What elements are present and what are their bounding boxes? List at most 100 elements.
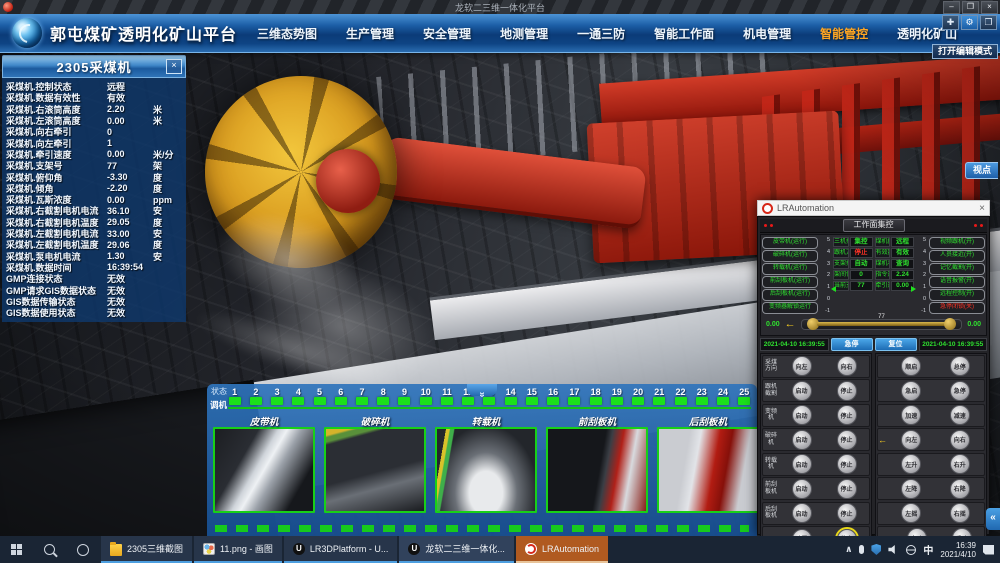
- control-button[interactable]: 顺启: [901, 356, 921, 376]
- viewpoint-tab[interactable]: 视点: [965, 162, 998, 179]
- camera-feed[interactable]: 转载机: [435, 414, 537, 513]
- taskbar-search-button[interactable]: [33, 536, 66, 563]
- restore-button[interactable]: ❐: [962, 1, 979, 14]
- control-button[interactable]: 总停: [950, 356, 970, 376]
- camera-thumbnail[interactable]: [324, 427, 426, 513]
- support-cell[interactable]: 25: [734, 387, 755, 413]
- support-cell[interactable]: 21: [649, 387, 670, 413]
- support-cell[interactable]: 16: [543, 387, 564, 413]
- control-button[interactable]: 左摇: [901, 503, 921, 523]
- support-cell[interactable]: 6: [330, 387, 351, 413]
- camera-feed[interactable]: 破碎机: [324, 414, 426, 513]
- collapse-panel-button[interactable]: »: [467, 384, 497, 396]
- control-button[interactable]: 启动: [792, 503, 812, 523]
- support-cell[interactable]: 3: [266, 387, 287, 413]
- camera-feed[interactable]: 前刮板机: [546, 414, 648, 513]
- network-globe-icon[interactable]: [906, 545, 916, 555]
- defender-shield-icon[interactable]: [871, 544, 881, 555]
- support-cell[interactable]: 23: [691, 387, 712, 413]
- camera-feed[interactable]: 皮带机: [213, 414, 315, 513]
- camera-thumbnail[interactable]: [213, 427, 315, 513]
- control-button[interactable]: 启动: [792, 381, 812, 401]
- microphone-icon[interactable]: [859, 545, 864, 554]
- nav-item[interactable]: 智能管控: [820, 25, 868, 42]
- control-button[interactable]: 加速: [901, 405, 921, 425]
- support-cell[interactable]: 7: [351, 387, 372, 413]
- equipment-status-button[interactable]: 后刮板机(运行): [762, 289, 818, 301]
- function-toggle-button[interactable]: 急停闭锁(关): [929, 302, 985, 314]
- equipment-status-button[interactable]: 变频器解锁运行: [762, 302, 818, 314]
- nav-item[interactable]: 三维态势图: [257, 25, 317, 42]
- camera-thumbnail[interactable]: [546, 427, 648, 513]
- nav-item[interactable]: 安全管理: [423, 25, 471, 42]
- support-cell[interactable]: 22: [670, 387, 691, 413]
- control-button[interactable]: 启动: [792, 405, 812, 425]
- support-cell[interactable]: 1: [224, 387, 245, 413]
- function-toggle-button[interactable]: 语音报警(开): [929, 276, 985, 288]
- estop-button[interactable]: 急停: [831, 338, 873, 351]
- function-toggle-button[interactable]: 视频跟机(开): [929, 237, 985, 249]
- function-toggle-button[interactable]: 记忆截割(开): [929, 263, 985, 275]
- equipment-status-button[interactable]: 转载机(运行): [762, 263, 818, 275]
- close-button[interactable]: ×: [981, 1, 998, 14]
- control-button[interactable]: 停止: [837, 430, 857, 450]
- gear-icon[interactable]: ⚙: [961, 15, 978, 30]
- control-button[interactable]: 停止: [837, 503, 857, 523]
- support-cell[interactable]: 2: [245, 387, 266, 413]
- notification-center-icon[interactable]: [983, 545, 994, 555]
- nav-item[interactable]: 机电管理: [743, 25, 791, 42]
- nav-item[interactable]: 一通三防: [577, 25, 625, 42]
- control-button[interactable]: 向右: [837, 356, 857, 376]
- start-button[interactable]: [0, 536, 33, 563]
- function-toggle-button[interactable]: 人员接近(开): [929, 250, 985, 262]
- support-cell[interactable]: 9: [394, 387, 415, 413]
- control-button[interactable]: 减速: [950, 405, 970, 425]
- equipment-status-button[interactable]: 破碎机(运行): [762, 250, 818, 262]
- support-cell[interactable]: 15: [521, 387, 542, 413]
- camera-thumbnail[interactable]: [435, 427, 537, 513]
- task-view-button[interactable]: [66, 536, 99, 563]
- lr-close-icon[interactable]: ×: [979, 203, 985, 214]
- equipment-status-button[interactable]: 前刮板机(运行): [762, 276, 818, 288]
- tools-icon[interactable]: ✚: [942, 15, 959, 30]
- support-cell[interactable]: 20: [627, 387, 648, 413]
- control-button[interactable]: 向左: [792, 356, 812, 376]
- panel-close-icon[interactable]: ×: [166, 59, 182, 74]
- control-button[interactable]: 向左: [901, 430, 921, 450]
- support-cell[interactable]: 24: [712, 387, 733, 413]
- support-cell[interactable]: 5: [309, 387, 330, 413]
- tab-workface-control[interactable]: 工作面集控: [843, 219, 905, 232]
- control-button[interactable]: 停止: [837, 479, 857, 499]
- function-toggle-button[interactable]: 远程控制(开): [929, 289, 985, 301]
- reset-button[interactable]: 复位: [875, 338, 917, 351]
- open-edit-mode-button[interactable]: 打开编辑模式: [932, 44, 998, 59]
- nav-item[interactable]: 智能工作面: [654, 25, 714, 42]
- lr-titlebar[interactable]: LRAutomation ×: [757, 200, 990, 216]
- control-button[interactable]: 左升: [901, 454, 921, 474]
- taskbar-item[interactable]: 龙软二三维一体化...: [399, 536, 514, 563]
- camera-thumbnail[interactable]: [657, 427, 757, 513]
- control-button[interactable]: 急启: [901, 381, 921, 401]
- support-cell[interactable]: 19: [606, 387, 627, 413]
- control-button[interactable]: 启动: [792, 479, 812, 499]
- control-button[interactable]: 停止: [837, 381, 857, 401]
- control-button[interactable]: 停止: [837, 454, 857, 474]
- support-cell[interactable]: 18: [585, 387, 606, 413]
- chevron-up-icon[interactable]: ∧: [845, 544, 852, 555]
- taskbar-item[interactable]: LRAutomation: [516, 536, 608, 563]
- equipment-status-button[interactable]: 皮带机(运行): [762, 237, 818, 249]
- taskbar-item[interactable]: LR3DPlatform - U...: [284, 536, 398, 563]
- control-button[interactable]: 向右: [950, 430, 970, 450]
- control-button[interactable]: 停止: [837, 405, 857, 425]
- support-cell[interactable]: 8: [373, 387, 394, 413]
- nav-item[interactable]: 生产管理: [346, 25, 394, 42]
- control-button[interactable]: 右降: [950, 479, 970, 499]
- control-button[interactable]: 左降: [901, 479, 921, 499]
- speaker-icon[interactable]: [888, 545, 899, 555]
- camera-feed[interactable]: 后刮板机: [657, 414, 757, 513]
- clock[interactable]: 16:39 2021/4/10: [940, 541, 976, 559]
- nav-item[interactable]: 地测管理: [500, 25, 548, 42]
- control-button[interactable]: 右升: [950, 454, 970, 474]
- taskbar-item[interactable]: 2305三维截图: [101, 536, 192, 563]
- taskbar-item[interactable]: 11.png - 画图: [194, 536, 282, 563]
